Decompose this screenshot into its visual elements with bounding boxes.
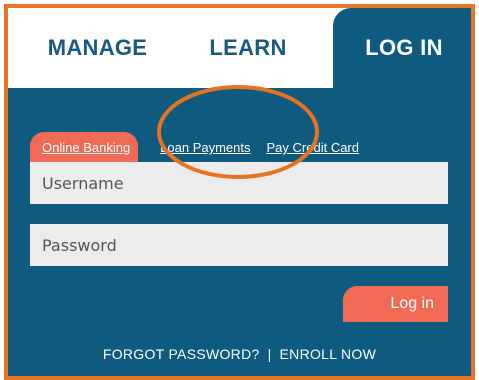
subtab-pay-credit-card[interactable]: Pay Credit Card <box>267 132 359 162</box>
subtab-loan-payments[interactable]: Loan Payments <box>160 132 250 162</box>
footer-links: FORGOT PASSWORD? | ENROLL NOW <box>8 342 471 366</box>
subtab-online-banking[interactable]: Online Banking <box>30 132 139 162</box>
password-input[interactable] <box>30 224 448 266</box>
link-separator: | <box>267 346 272 362</box>
username-input[interactable] <box>30 162 448 204</box>
tab-manage[interactable]: MANAGE <box>30 8 165 88</box>
enroll-now-link[interactable]: ENROLL NOW <box>280 346 377 362</box>
tab-learn[interactable]: LEARN <box>193 8 303 88</box>
login-subtabs: Online Banking Loan Payments Pay Credit … <box>30 132 359 162</box>
forgot-password-link[interactable]: FORGOT PASSWORD? <box>103 346 260 362</box>
login-button[interactable]: Log in <box>343 286 448 322</box>
top-tabs: MANAGE LEARN LOG IN <box>8 8 471 88</box>
login-panel: Online Banking Loan Payments Pay Credit … <box>8 88 471 376</box>
login-widget-frame: MANAGE LEARN LOG IN Online Banking Loan … <box>4 4 475 380</box>
tab-login[interactable]: LOG IN <box>333 8 471 88</box>
